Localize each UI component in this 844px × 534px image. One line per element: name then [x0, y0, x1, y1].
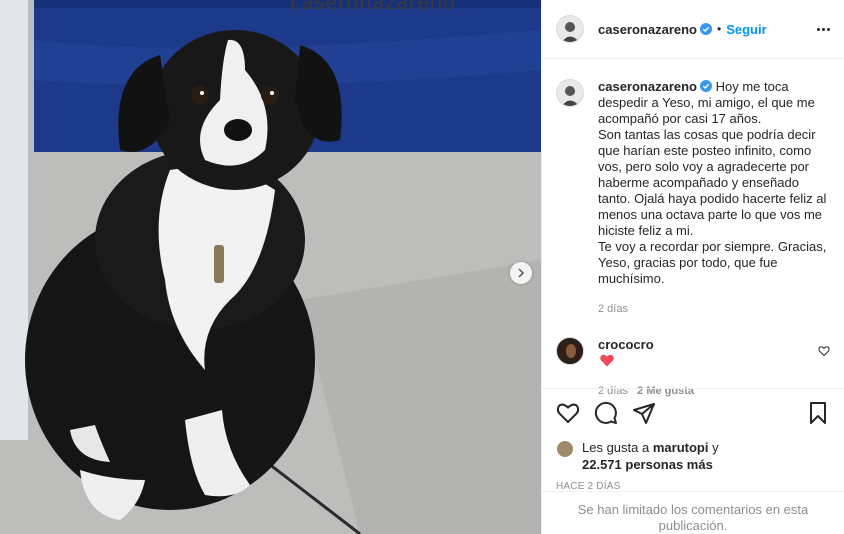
likes-connector: y — [712, 440, 719, 455]
post-side-panel: caseronazareno • Seguir caseronazareno H… — [541, 0, 844, 534]
share-paper-plane-icon[interactable] — [632, 401, 656, 425]
more-options-icon[interactable] — [817, 27, 830, 31]
caption: caseronazareno Hoy me toca despedir a Ye… — [556, 79, 830, 317]
post-header: caseronazareno • Seguir — [542, 0, 844, 59]
caption-avatar-image — [557, 80, 583, 106]
post-photo — [0, 0, 541, 534]
media-overlay-text: caseronazareno — [290, 0, 456, 14]
header-separator: • — [717, 22, 722, 36]
likes-summary: Les gusta a marutopi y 22.571 personas m… — [556, 439, 830, 473]
caption-text: Hoy me toca despedir a Yeso, mi amigo, e… — [598, 79, 827, 286]
commenter-username[interactable]: crococro — [598, 337, 654, 352]
red-heart-icon — [600, 354, 614, 367]
liker-avatar[interactable] — [556, 440, 574, 458]
caption-time[interactable]: 2 días — [598, 301, 830, 317]
chevron-right-icon — [518, 268, 525, 278]
comments-limited-notice: Se han limitado los comentarios en esta … — [542, 491, 844, 534]
verified-badge-icon — [700, 23, 712, 35]
liker-username[interactable]: marutopi — [653, 440, 709, 455]
commenter-avatar[interactable] — [556, 337, 584, 365]
likes-prefix: Les gusta a — [582, 440, 650, 455]
commenter-avatar-image — [557, 338, 583, 364]
comment-bubble-icon[interactable] — [594, 401, 618, 425]
save-bookmark-icon[interactable] — [806, 401, 830, 425]
author-username[interactable]: caseronazareno — [598, 22, 697, 37]
likes-others-count[interactable]: 22.571 personas más — [582, 457, 713, 472]
comments-section: caseronazareno Hoy me toca despedir a Ye… — [542, 59, 844, 397]
action-icons — [556, 401, 830, 425]
next-image-button[interactable] — [510, 262, 532, 284]
like-comment-heart-icon[interactable] — [818, 345, 830, 357]
caption-author-avatar[interactable] — [556, 79, 584, 107]
verified-badge-icon — [700, 80, 712, 92]
post-actions: Les gusta a marutopi y 22.571 personas m… — [542, 388, 844, 492]
caption-username[interactable]: caseronazareno — [598, 79, 697, 94]
author-avatar[interactable] — [556, 15, 584, 43]
post-media[interactable]: caseronazareno — [0, 0, 541, 534]
like-heart-icon[interactable] — [556, 401, 580, 425]
author-avatar-image — [557, 16, 583, 42]
caption-body: caseronazareno Hoy me toca despedir a Ye… — [598, 79, 830, 317]
follow-button[interactable]: Seguir — [726, 22, 766, 37]
